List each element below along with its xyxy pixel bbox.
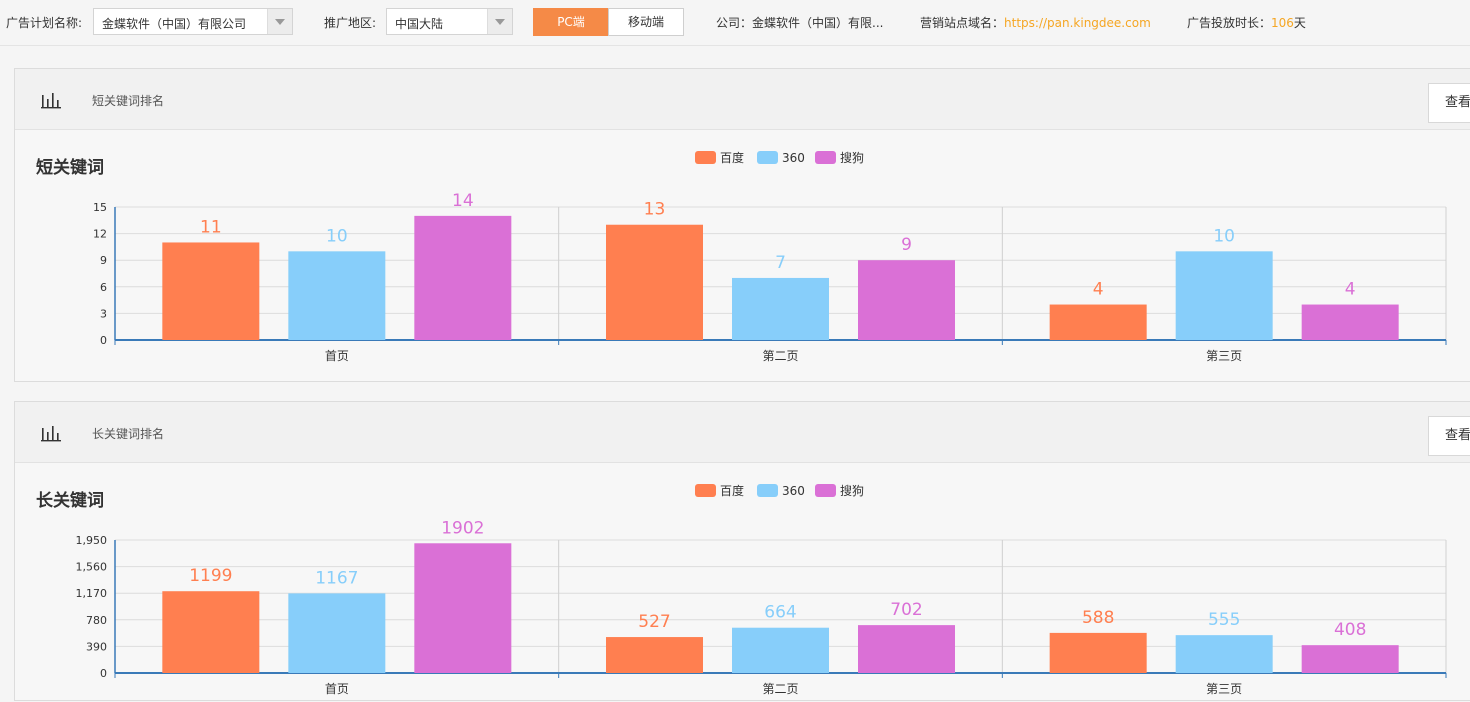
legend-label: 搜狗 (840, 150, 864, 165)
view-button[interactable]: 查看 (1428, 83, 1470, 123)
x-tick-label: 首页 (325, 349, 349, 363)
plan-label: 广告计划名称: (6, 16, 83, 30)
bar (162, 591, 260, 673)
bar (162, 242, 260, 340)
short-keyword-card: 短关键词排名 查看 短关键词 百度 360 搜狗 0 3 6 9 12 15 11 10 14 首页 13… (14, 68, 1470, 382)
data-label: 555 (1208, 610, 1240, 630)
y-tick-label: 1,950 (76, 534, 108, 547)
bar (858, 625, 955, 673)
bar (288, 251, 386, 340)
duration-label: 广告投放时长：106天 (1187, 14, 1306, 31)
data-label: 4 (1093, 280, 1104, 300)
data-label: 9 (901, 235, 912, 255)
y-tick-label: 15 (93, 201, 107, 214)
card-header: 短关键词排名 查看 (15, 69, 1470, 130)
card-header: 长关键词排名 查看 (15, 402, 1470, 463)
data-label: 11 (200, 217, 222, 237)
data-label: 527 (638, 612, 670, 632)
chevron-down-icon[interactable] (267, 9, 292, 34)
mobile-toggle-button[interactable]: 移动端 (608, 8, 684, 36)
bar (1301, 304, 1399, 340)
legend-swatch-2 (815, 484, 836, 497)
data-label: 1199 (189, 566, 232, 586)
legend-label: 搜狗 (840, 483, 864, 498)
data-label: 10 (1213, 226, 1235, 246)
y-tick-label: 6 (100, 281, 107, 294)
data-label: 10 (326, 226, 348, 246)
domain-link[interactable]: https://pan.kingdee.com (1004, 16, 1151, 30)
legend-swatch-0 (695, 484, 716, 497)
long-keyword-chart: 百度 360 搜狗 0 390 780 1,170 1,560 1,950 1199 1167 190… (76, 483, 1447, 696)
short-keyword-chart: 百度 360 搜狗 0 3 6 9 12 15 11 10 14 首页 13 7 9 第二页 4 10 4 第三页 (93, 150, 1447, 363)
data-label: 1902 (441, 518, 484, 538)
x-tick-label: 第二页 (762, 349, 798, 363)
data-label: 14 (452, 191, 474, 211)
bar (414, 543, 512, 673)
legend-label: 360 (782, 151, 805, 165)
bar (606, 224, 703, 340)
y-tick-label: 1,170 (76, 587, 108, 600)
view-button[interactable]: 查看 (1428, 416, 1470, 456)
bar (1049, 632, 1147, 673)
y-tick-label: 12 (93, 228, 107, 241)
data-label: 702 (890, 600, 922, 620)
duration-value: 106 (1271, 16, 1294, 30)
legend-swatch-2 (815, 151, 836, 164)
bar (732, 277, 829, 340)
data-label: 664 (764, 603, 796, 623)
bar (1175, 251, 1273, 340)
chevron-down-icon[interactable] (487, 9, 512, 34)
bar (1301, 645, 1399, 673)
bar (732, 627, 829, 673)
card-header-title: 长关键词排名 (92, 427, 165, 441)
bar (1175, 635, 1273, 673)
bar-chart-icon (41, 424, 61, 445)
plan-select[interactable]: 金蝶软件（中国）有限公司 (93, 8, 293, 35)
legend-swatch-0 (695, 151, 716, 164)
legend-label: 百度 (720, 150, 744, 165)
data-label: 13 (644, 200, 666, 220)
bar (1049, 304, 1147, 340)
x-tick-label: 第三页 (1206, 682, 1242, 696)
legend-label: 百度 (720, 483, 744, 498)
region-select[interactable]: 中国大陆 (386, 8, 513, 35)
y-tick-label: 780 (86, 614, 107, 627)
plan-select-value: 金蝶软件（中国）有限公司 (102, 17, 247, 31)
legend-swatch-1 (757, 484, 778, 497)
bar (288, 593, 386, 673)
data-label: 7 (775, 253, 786, 273)
legend-swatch-1 (757, 151, 778, 164)
x-tick-label: 第三页 (1206, 349, 1242, 363)
y-tick-label: 390 (86, 640, 107, 653)
y-tick-label: 0 (100, 334, 107, 347)
x-tick-label: 第二页 (762, 682, 798, 696)
region-select-value: 中国大陆 (395, 17, 444, 31)
filter-bar: 广告计划名称: 金蝶软件（中国）有限公司 推广地区: 中国大陆 PC端 移动端 … (0, 0, 1470, 46)
pc-toggle-button[interactable]: PC端 (533, 8, 609, 36)
legend-label: 360 (782, 484, 805, 498)
data-label: 588 (1082, 608, 1114, 628)
long-keyword-card: 长关键词排名 查看 长关键词 百度 360 搜狗 0 390 780 1,170 1,560 1… (14, 401, 1470, 701)
domain-label-text: 营销站点域名： (920, 16, 1005, 30)
company-text: 公司：金蝶软件（中国）有限... (716, 16, 884, 30)
card-header-title: 短关键词排名 (92, 94, 165, 108)
region-label: 推广地区: (324, 16, 377, 30)
duration-unit: 天 (1293, 16, 1306, 30)
y-tick-label: 3 (100, 307, 107, 320)
data-label: 4 (1345, 280, 1356, 300)
y-tick-label: 0 (100, 667, 107, 680)
data-label: 408 (1334, 620, 1366, 640)
y-tick-label: 9 (100, 254, 107, 267)
domain-label: 营销站点域名：https://pan.kingdee.com (920, 14, 1151, 31)
y-tick-label: 1,560 (76, 561, 108, 574)
duration-label-text: 广告投放时长： (1187, 16, 1272, 30)
x-tick-label: 首页 (325, 682, 349, 696)
bar-chart-icon (41, 91, 61, 112)
bar (414, 215, 512, 340)
data-label: 1167 (315, 568, 358, 588)
bar (858, 260, 955, 340)
bar (606, 637, 703, 673)
